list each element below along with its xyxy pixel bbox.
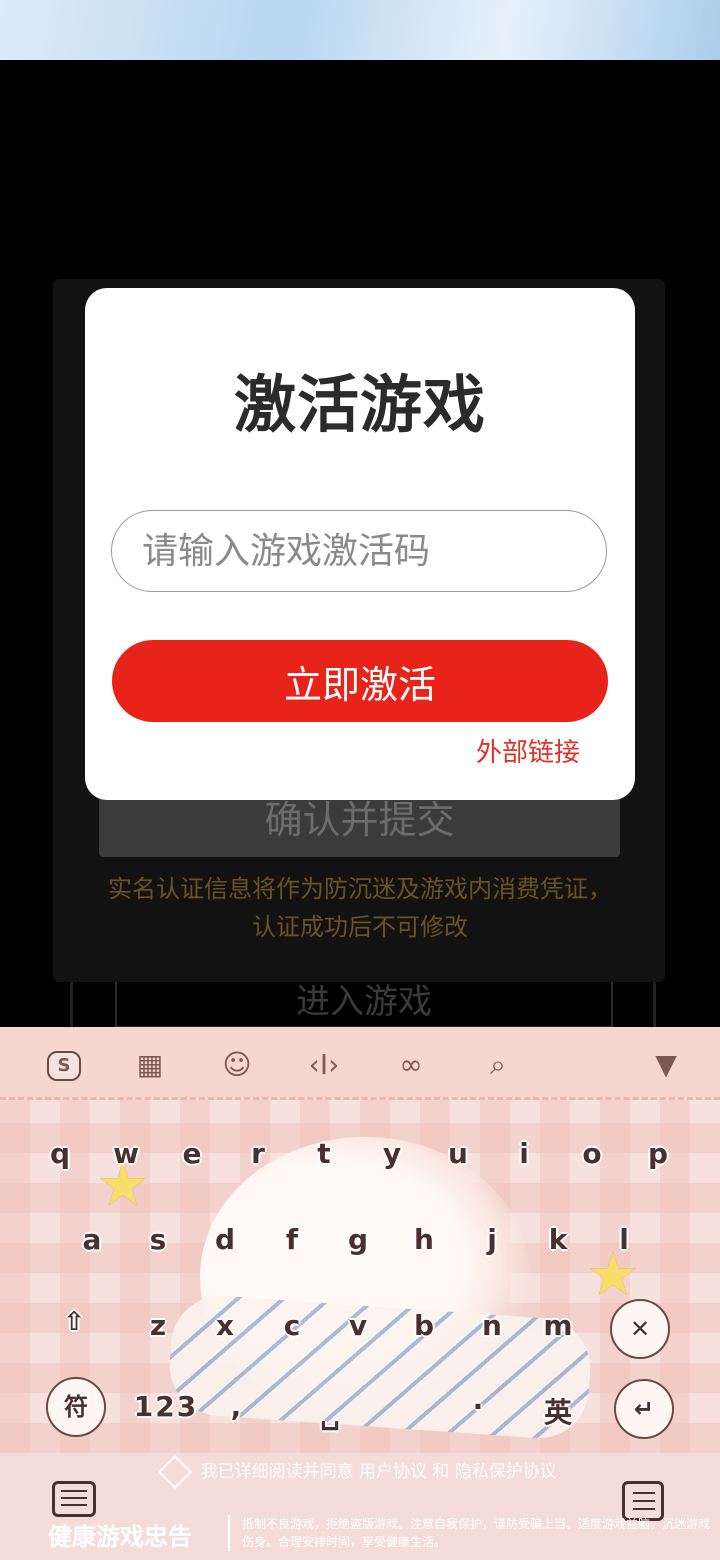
symbols-key[interactable]: 符 bbox=[46, 1377, 106, 1437]
key-s[interactable]: s bbox=[128, 1210, 188, 1270]
comma-key[interactable]: , bbox=[206, 1377, 266, 1437]
shift-key[interactable]: ⇧ bbox=[42, 1292, 106, 1352]
key-z[interactable]: z bbox=[128, 1296, 188, 1356]
key-n[interactable]: n bbox=[462, 1296, 522, 1356]
keyboard-layout-icon[interactable]: ▦ bbox=[132, 1047, 168, 1083]
key-k[interactable]: k bbox=[528, 1210, 588, 1270]
key-c[interactable]: c bbox=[262, 1296, 322, 1356]
key-p[interactable]: p bbox=[628, 1124, 688, 1184]
key-e[interactable]: e bbox=[162, 1124, 222, 1184]
period-key[interactable]: · bbox=[448, 1377, 508, 1437]
cursor-icon[interactable]: ‹I› bbox=[306, 1047, 342, 1083]
key-y[interactable]: y bbox=[362, 1124, 422, 1184]
key-l[interactable]: l bbox=[594, 1210, 654, 1270]
activate-button[interactable]: 立即激活 bbox=[112, 640, 608, 722]
agreement-line: 我已详细阅读并同意 用户协议 和 隐私保护协议 bbox=[0, 1455, 720, 1489]
user-agreement-link[interactable]: 用户协议 bbox=[359, 1462, 427, 1482]
key-g[interactable]: g bbox=[328, 1210, 388, 1270]
dialog-title: 激活游戏 bbox=[233, 368, 486, 441]
key-a[interactable]: a bbox=[62, 1210, 122, 1270]
key-f[interactable]: f bbox=[262, 1210, 322, 1270]
key-b[interactable]: b bbox=[394, 1296, 454, 1356]
key-x[interactable]: x bbox=[195, 1296, 255, 1356]
key-r[interactable]: r bbox=[228, 1124, 288, 1184]
key-j[interactable]: j bbox=[462, 1210, 522, 1270]
key-m[interactable]: m bbox=[528, 1296, 588, 1356]
keyboard-switch-icon[interactable] bbox=[52, 1481, 96, 1517]
key-u[interactable]: u bbox=[428, 1124, 488, 1184]
numbers-key[interactable]: 123 bbox=[126, 1377, 206, 1437]
key-i[interactable]: i bbox=[494, 1124, 554, 1184]
external-link[interactable]: 外部链接 bbox=[476, 732, 580, 769]
key-o[interactable]: o bbox=[562, 1124, 622, 1184]
realname-notice: 实名认证信息将作为防沉迷及游戏内消费凭证，认证成功后不可修改 bbox=[108, 875, 612, 941]
and-text: 和 bbox=[432, 1462, 450, 1482]
activate-dialog: 激活游戏 立即激活 外部链接 bbox=[85, 288, 635, 800]
language-switch-key[interactable]: 英 bbox=[528, 1383, 588, 1443]
game-banner-strip bbox=[0, 0, 720, 60]
emoji-icon[interactable]: ☺ bbox=[219, 1047, 255, 1083]
keyboard-toolbar: S ▦ ☺ ‹I› ∞ ⌕ ▼ bbox=[0, 1027, 720, 1100]
bottom-bar: 我已详细阅读并同意 用户协议 和 隐私保护协议 健康游戏忠告 抵制不良游戏，拒绝… bbox=[0, 1453, 720, 1560]
privacy-agreement-link[interactable]: 隐私保护协议 bbox=[455, 1462, 557, 1482]
key-v[interactable]: v bbox=[328, 1296, 388, 1356]
search-icon[interactable]: ⌕ bbox=[480, 1047, 516, 1083]
key-q[interactable]: q bbox=[30, 1124, 90, 1184]
health-advice-text: 抵制不良游戏，拒绝盗版游戏。注意自我保护，谨防受骗上当。适度游戏益脑，沉迷游戏伤… bbox=[228, 1515, 712, 1551]
collapse-icon[interactable]: ▼ bbox=[648, 1047, 684, 1083]
health-advice-title: 健康游戏忠告 bbox=[48, 1523, 192, 1551]
link-icon[interactable]: ∞ bbox=[393, 1047, 429, 1083]
soft-keyboard: ★ ★ S ▦ ☺ ‹I› ∞ ⌕ ▼ q w e r t y u i o p … bbox=[0, 1027, 720, 1453]
space-key[interactable]: ␣ bbox=[300, 1385, 360, 1445]
delete-key[interactable]: ✕ bbox=[610, 1299, 670, 1359]
key-d[interactable]: d bbox=[195, 1210, 255, 1270]
activation-code-input[interactable] bbox=[111, 510, 607, 592]
enter-game-button: 进入游戏 bbox=[115, 982, 613, 1028]
enter-key[interactable]: ↵ bbox=[614, 1379, 674, 1439]
key-t[interactable]: t bbox=[294, 1124, 354, 1184]
key-w[interactable]: w bbox=[96, 1124, 156, 1184]
key-h[interactable]: h bbox=[394, 1210, 454, 1270]
enter-game-frame: 进入游戏 bbox=[70, 982, 656, 1030]
skin-icon[interactable]: S bbox=[47, 1051, 81, 1081]
agree-prefix: 我已详细阅读并同意 bbox=[200, 1462, 354, 1482]
checkbox-icon[interactable] bbox=[158, 1455, 193, 1489]
